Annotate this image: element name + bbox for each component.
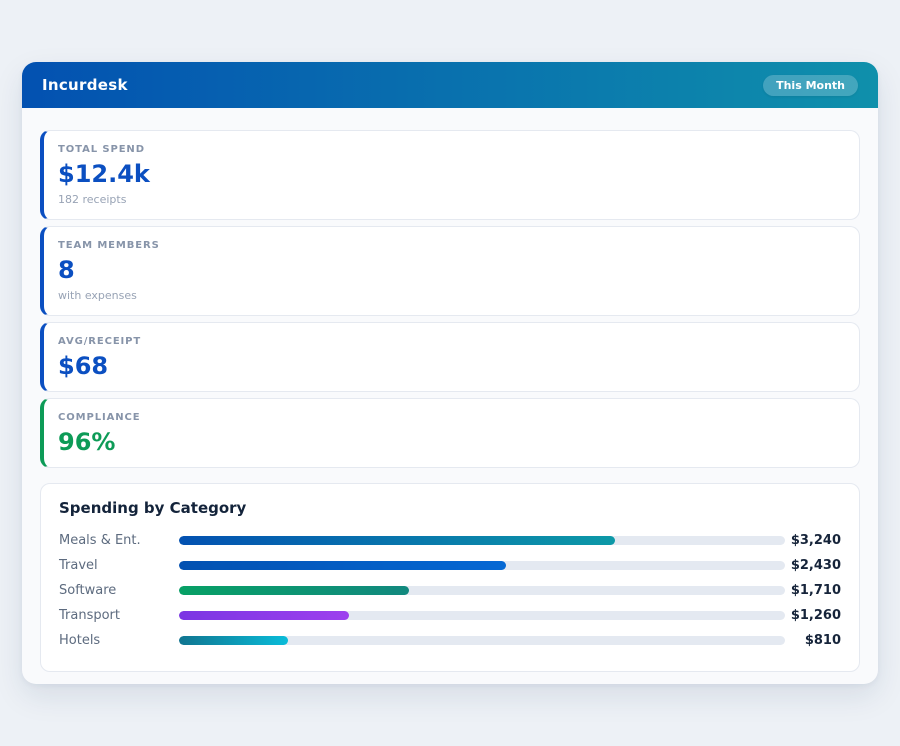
category-label: Meals & Ent.	[59, 533, 179, 548]
category-row: Hotels $810	[59, 628, 841, 653]
stat-label: COMPLIANCE	[58, 412, 843, 423]
dashboard-card: Incurdesk This Month TOTAL SPEND $12.4k …	[22, 62, 878, 684]
category-row: Transport $1,260	[59, 603, 841, 628]
bar-fill	[179, 536, 615, 545]
period-badge[interactable]: This Month	[763, 75, 858, 96]
app-header: Incurdesk This Month	[22, 62, 878, 108]
category-row: Meals & Ent. $3,240	[59, 528, 841, 553]
bar-track	[179, 636, 785, 645]
stat-label: TEAM MEMBERS	[58, 240, 843, 251]
stat-value: $12.4k	[58, 162, 843, 186]
stat-value: 96%	[58, 430, 843, 454]
category-value: $1,260	[785, 608, 841, 623]
stat-subtext: with expenses	[58, 289, 843, 302]
category-label: Hotels	[59, 633, 179, 648]
category-value: $3,240	[785, 533, 841, 548]
stat-subtext: 182 receipts	[58, 193, 843, 206]
bar-fill	[179, 611, 349, 620]
bar-track	[179, 586, 785, 595]
stat-card-total-spend: TOTAL SPEND $12.4k 182 receipts	[40, 130, 860, 220]
category-label: Travel	[59, 558, 179, 573]
category-value: $2,430	[785, 558, 841, 573]
stat-card-avg-receipt: AVG/RECEIPT $68	[40, 322, 860, 392]
bar-fill	[179, 586, 409, 595]
page-background: Incurdesk This Month TOTAL SPEND $12.4k …	[0, 0, 900, 746]
category-row: Software $1,710	[59, 578, 841, 603]
bar-track	[179, 611, 785, 620]
bar-fill	[179, 636, 288, 645]
stat-label: AVG/RECEIPT	[58, 336, 843, 347]
bar-fill	[179, 561, 506, 570]
stat-value: 8	[58, 258, 843, 282]
category-label: Software	[59, 583, 179, 598]
category-value: $1,710	[785, 583, 841, 598]
stat-card-compliance: COMPLIANCE 96%	[40, 398, 860, 468]
app-title: Incurdesk	[42, 76, 128, 94]
category-label: Transport	[59, 608, 179, 623]
section-title: Spending by Category	[59, 499, 841, 517]
stat-label: TOTAL SPEND	[58, 144, 843, 155]
category-value: $810	[785, 633, 841, 648]
dashboard-body: TOTAL SPEND $12.4k 182 receipts TEAM MEM…	[22, 108, 878, 692]
stat-card-team-members: TEAM MEMBERS 8 with expenses	[40, 226, 860, 316]
bar-track	[179, 561, 785, 570]
spending-by-category-card: Spending by Category Meals & Ent. $3,240…	[40, 483, 860, 672]
bar-track	[179, 536, 785, 545]
stat-value: $68	[58, 354, 843, 378]
category-row: Travel $2,430	[59, 553, 841, 578]
